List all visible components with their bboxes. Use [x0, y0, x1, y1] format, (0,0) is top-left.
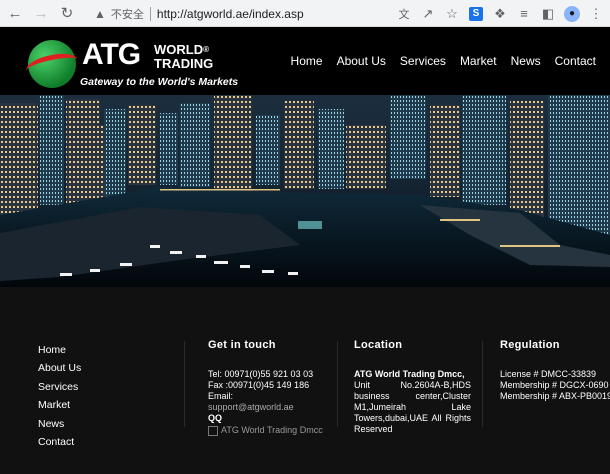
footer-nav: Home About Us Services Market News Conta… — [38, 344, 81, 454]
url-text[interactable]: http://atgworld.ae/index.asp — [157, 7, 304, 21]
broken-image-alt: ATG World Trading Dmcc — [221, 425, 323, 435]
contact-fax: Fax :00971(0)45 149 186 — [208, 380, 310, 390]
forward-icon[interactable]: → — [30, 2, 52, 24]
footer-divider — [482, 341, 483, 427]
logo-trading: TRADING — [154, 56, 214, 71]
hero-city-image — [0, 95, 610, 287]
menu-icon[interactable]: ⋮ — [586, 3, 606, 24]
location-heading: Location — [354, 339, 403, 351]
site-header: ATG WORLD® TRADING Gateway to the World'… — [0, 27, 610, 95]
nav-market[interactable]: Market — [460, 54, 497, 68]
location-company: ATG World Trading Dmcc, — [354, 369, 465, 379]
footer-link-about-us[interactable]: About Us — [38, 362, 81, 380]
footer-link-home[interactable]: Home — [38, 344, 81, 362]
contact-heading: Get in touch — [208, 339, 276, 351]
location-address: Unit No.2604A-B,HDS business center,Clus… — [354, 380, 471, 434]
logo-reg-mark: ® — [203, 45, 210, 54]
contact-qq-label: QQ — [208, 413, 223, 423]
extension-s-icon[interactable]: S — [466, 3, 486, 24]
regulation-membership-dgcx: Membership # DGCX-0690 — [500, 380, 609, 390]
footer-location: Location ATG World Trading Dmcc, Unit No… — [354, 340, 471, 435]
footer-regulation: Regulation License # DMCC-33839 Membersh… — [500, 340, 610, 402]
logo-wordmark: WORLD® TRADING — [154, 43, 213, 71]
reload-icon[interactable]: ↻ — [56, 2, 78, 24]
broken-image-icon — [208, 426, 218, 436]
nav-news[interactable]: News — [511, 54, 541, 68]
nav-services[interactable]: Services — [400, 54, 446, 68]
regulation-membership-abx: Membership # ABX-PB0019 — [500, 391, 610, 401]
profile-icon[interactable]: ● — [562, 3, 582, 24]
contact-email-label: Email: — [208, 391, 234, 401]
site-logo[interactable]: ATG WORLD® TRADING Gateway to the World'… — [24, 35, 238, 91]
translate-icon[interactable]: 文 — [394, 3, 414, 24]
skyline-illustration — [0, 95, 610, 287]
sidebar-icon[interactable]: ◧ — [538, 3, 558, 24]
share-icon[interactable]: ↗ — [418, 3, 438, 24]
footer-contact: Get in touch Tel: 00971(0)55 921 03 03 F… — [208, 340, 326, 436]
puzzle-icon[interactable]: ❖ — [490, 3, 510, 24]
footer-link-market[interactable]: Market — [38, 399, 81, 417]
nav-home[interactable]: Home — [291, 54, 323, 68]
back-icon[interactable]: ← — [4, 2, 26, 24]
contact-tel: Tel: 00971(0)55 921 03 03 — [208, 369, 314, 379]
nav-contact[interactable]: Contact — [555, 54, 596, 68]
footer-link-news[interactable]: News — [38, 418, 81, 436]
main-nav: Home About Us Services Market News Conta… — [277, 54, 596, 68]
logo-world: WORLD — [154, 42, 204, 57]
footer-divider — [184, 341, 185, 427]
warning-icon[interactable]: ▲ — [94, 7, 106, 21]
security-label[interactable]: 不安全 — [111, 6, 144, 22]
reading-list-icon[interactable]: ≡ — [514, 3, 534, 24]
site-footer: Home About Us Services Market News Conta… — [0, 287, 610, 474]
regulation-license: License # DMCC-33839 — [500, 369, 597, 379]
regulation-heading: Regulation — [500, 339, 560, 351]
broken-image: ATG World Trading Dmcc — [208, 425, 326, 436]
footer-divider — [337, 341, 338, 427]
footer-link-services[interactable]: Services — [38, 381, 81, 399]
browser-toolbar: ← → ↻ ▲ 不安全 http://atgworld.ae/index.asp… — [0, 0, 610, 27]
address-separator — [149, 6, 151, 21]
footer-link-contact[interactable]: Contact — [38, 436, 81, 454]
logo-tagline: Gateway to the World's Markets — [80, 76, 239, 88]
nav-about-us[interactable]: About Us — [337, 54, 386, 68]
star-icon[interactable]: ☆ — [442, 3, 462, 24]
contact-email-link[interactable]: support@atgworld.ae — [208, 402, 326, 413]
logo-brand: ATG — [82, 38, 141, 71]
